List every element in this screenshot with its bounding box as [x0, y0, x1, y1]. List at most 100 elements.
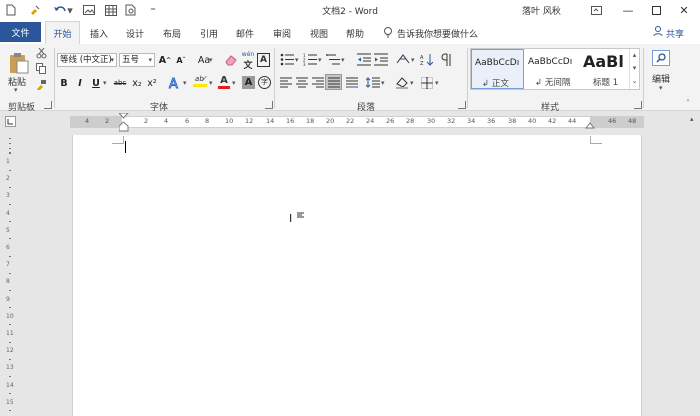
style-no-spacing[interactable]: AaBbCcDı ↲ 无间隔 [525, 49, 578, 89]
paste-dropdown-icon[interactable]: ▾ [14, 86, 18, 94]
bullets-icon[interactable] [280, 53, 294, 69]
cut-icon[interactable] [36, 47, 47, 62]
numbering-dropdown-icon[interactable]: ▾ [318, 56, 322, 64]
tab-references[interactable]: 引用 [200, 27, 218, 40]
maximize-icon[interactable] [642, 0, 670, 20]
paste-icon[interactable] [9, 52, 29, 77]
document-page[interactable] [72, 135, 642, 416]
multilevel-list-icon[interactable] [326, 53, 340, 69]
increase-indent-icon[interactable] [374, 53, 388, 69]
font-launcher-icon[interactable] [265, 101, 273, 109]
undo-dropdown-icon[interactable]: ▾ [66, 3, 74, 17]
align-right-icon[interactable] [312, 77, 324, 91]
picture-icon[interactable] [82, 3, 96, 17]
first-line-indent-marker[interactable] [117, 112, 130, 136]
highlight-dropdown-icon[interactable]: ▾ [209, 79, 213, 87]
tab-insert[interactable]: 插入 [90, 27, 108, 40]
scroll-up-arrow-icon[interactable]: ▴ [690, 115, 694, 123]
numbering-icon[interactable]: 123 [303, 53, 317, 69]
copy-icon[interactable] [36, 63, 47, 77]
share-button[interactable]: 共享 [666, 27, 684, 40]
underline-button[interactable]: U [89, 76, 103, 90]
subscript-button[interactable]: x₂ [130, 76, 144, 90]
clear-formatting-icon[interactable] [224, 54, 238, 69]
table-icon[interactable] [104, 3, 118, 17]
shading-dropdown-icon[interactable]: ▾ [410, 79, 414, 87]
tab-design[interactable]: 设计 [126, 27, 144, 40]
editing-dropdown-icon[interactable]: ▾ [659, 84, 663, 92]
ribbon-display-options-icon[interactable] [582, 0, 610, 20]
style-normal[interactable]: AaBbCcDı ↲ 正文 [471, 49, 524, 89]
line-spacing-dropdown-icon[interactable]: ▾ [381, 79, 385, 87]
format-painter-ribbon-icon[interactable] [36, 79, 47, 93]
scroll-up-icon[interactable]: ▴ [630, 49, 639, 62]
share-icon[interactable] [653, 26, 663, 40]
user-name[interactable]: 落叶 风秋 [522, 4, 561, 17]
new-doc-icon[interactable] [4, 3, 18, 17]
align-center-icon[interactable] [296, 77, 308, 91]
change-case-dropdown-icon[interactable]: ▾ [209, 56, 213, 64]
tab-selector[interactable] [5, 116, 16, 127]
borders-dropdown-icon[interactable]: ▾ [435, 79, 439, 87]
chinese-layout-dropdown-icon[interactable]: ▾ [411, 56, 415, 64]
styles-scroll[interactable]: ▴ ▾ ⌄ [629, 49, 639, 89]
scroll-down-icon[interactable]: ▾ [630, 62, 639, 75]
italic-button[interactable]: I [73, 76, 87, 90]
tab-home[interactable]: 开始 [45, 21, 80, 44]
bold-button[interactable]: B [57, 76, 71, 90]
phonetic-guide-button[interactable]: wén 文 [240, 51, 256, 71]
enclose-characters-icon[interactable]: A [257, 53, 270, 67]
minimize-icon[interactable]: — [614, 0, 642, 20]
font-size-select[interactable]: 五号 ▾ [119, 53, 155, 67]
tab-help[interactable]: 帮助 [346, 27, 364, 40]
highlight-button[interactable]: ab⁄ [193, 75, 207, 87]
font-name-select[interactable]: 等线 (中文正) ▾ [57, 53, 117, 67]
print-preview-icon[interactable] [124, 3, 138, 17]
tab-file[interactable]: 文件 [0, 22, 41, 42]
more-styles-icon[interactable]: ⌄ [630, 75, 639, 88]
tab-layout[interactable]: 布局 [163, 27, 181, 40]
align-left-icon[interactable] [280, 77, 292, 91]
sort-icon[interactable]: AZ [420, 53, 434, 69]
close-icon[interactable]: ✕ [670, 0, 698, 20]
tab-mailings[interactable]: 邮件 [236, 27, 254, 40]
borders-icon[interactable] [421, 77, 433, 92]
multilevel-list-dropdown-icon[interactable]: ▾ [341, 56, 345, 64]
right-indent-marker[interactable] [584, 120, 596, 133]
vertical-scrollbar[interactable] [686, 112, 700, 416]
find-button[interactable] [652, 50, 670, 66]
underline-dropdown-icon[interactable]: ▾ [103, 79, 107, 87]
chinese-layout-icon[interactable] [396, 53, 410, 69]
line-spacing-icon[interactable] [365, 77, 380, 91]
ruler-tick-label: 26 [386, 117, 395, 125]
undo-icon[interactable] [53, 3, 67, 17]
horizontal-ruler[interactable] [70, 116, 644, 128]
show-marks-icon[interactable] [440, 53, 452, 69]
text-effects-dropdown-icon[interactable]: ▾ [183, 79, 187, 87]
shrink-font-button[interactable]: Aˇ [174, 53, 188, 67]
justify-button[interactable] [325, 74, 342, 90]
tab-view[interactable]: 视图 [310, 27, 328, 40]
ruler-tick-label: 46 [608, 117, 617, 125]
character-shading-button[interactable]: A [242, 76, 255, 89]
superscript-button[interactable]: x² [145, 76, 159, 90]
grow-font-button[interactable]: A ^ [158, 53, 172, 67]
decrease-indent-icon[interactable] [357, 53, 371, 69]
style-heading-1[interactable]: AaBl 标题 1 [579, 49, 631, 89]
collapse-ribbon-icon[interactable]: ˆ [686, 99, 690, 108]
bullets-dropdown-icon[interactable]: ▾ [295, 56, 299, 64]
font-color-button[interactable]: A [218, 75, 230, 89]
strikethrough-button[interactable]: abc [113, 76, 127, 90]
enclosed-character-icon[interactable]: 字 [258, 76, 271, 89]
tell-me-search[interactable]: 告诉我你想要做什么 [397, 27, 478, 40]
customize-qat-icon[interactable]: ⁼ [146, 3, 160, 17]
shading-icon[interactable] [395, 76, 409, 92]
styles-launcher-icon[interactable] [634, 101, 642, 109]
format-painter-icon[interactable] [28, 3, 42, 17]
clipboard-launcher-icon[interactable] [44, 101, 52, 109]
paragraph-launcher-icon[interactable] [458, 101, 466, 109]
tab-review[interactable]: 审阅 [273, 27, 291, 40]
text-effects-icon[interactable]: A [168, 76, 182, 93]
font-color-dropdown-icon[interactable]: ▾ [232, 79, 236, 87]
distributed-icon[interactable] [346, 77, 358, 91]
